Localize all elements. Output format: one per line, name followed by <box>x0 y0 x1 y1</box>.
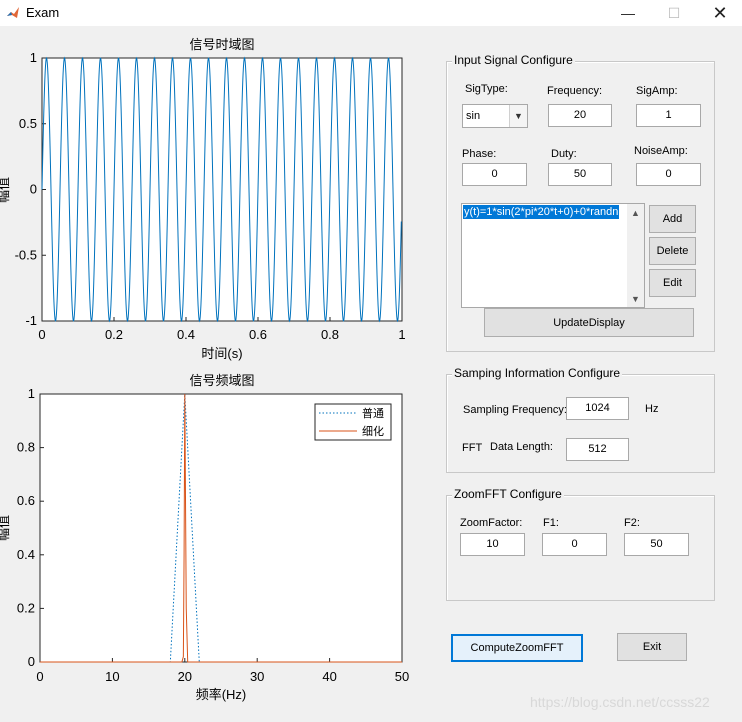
frequency-label: Frequency: <box>547 85 603 97</box>
time-xlabel: 时间(s) <box>201 346 242 361</box>
minimize-icon[interactable]: — <box>605 0 651 26</box>
freq-xtick-label: 50 <box>395 669 409 684</box>
sampling-panel-title: Samping Information Configure <box>452 366 623 380</box>
freq-xtick-label: 40 <box>322 669 336 684</box>
time-xtick-label: 0.4 <box>177 327 195 342</box>
phase-field[interactable]: 0 <box>462 163 527 186</box>
time-xtick-label: 0.8 <box>321 327 339 342</box>
phase-label: Phase: <box>462 148 497 160</box>
time-xtick-label: 1 <box>398 327 405 342</box>
noiseamp-field[interactable]: 0 <box>636 163 701 186</box>
time-ylabel: 幅值 <box>0 177 11 203</box>
sampling-frequency-label: Sampling Frequency: <box>463 404 567 416</box>
freq-chart-title: 信号频域图 <box>189 373 254 388</box>
update-display-button[interactable]: UpdateDisplay <box>484 308 694 337</box>
listbox-scrollbar[interactable]: ▲ ▼ <box>627 204 644 307</box>
time-xtick-label: 0.6 <box>249 327 267 342</box>
sigamp-field[interactable]: 1 <box>636 104 701 127</box>
freq-legend: 普通 细化 <box>314 403 392 441</box>
time-ytick-label: -0.5 <box>15 247 37 262</box>
freq-domain-axes: 信号频域图 0 10 20 30 40 50 1 0.8 0.6 0.4 0.2 0 频率(Hz) 幅… <box>0 373 409 702</box>
time-ytick-label: 0.5 <box>19 116 37 131</box>
time-ytick-label: 0 <box>30 182 37 197</box>
noiseamp-label: NoiseAmp: <box>634 145 688 157</box>
input-panel-title: Input Signal Configure <box>452 53 575 67</box>
legend-zoom-label: 细化 <box>362 424 384 438</box>
exit-button[interactable]: Exit <box>617 633 687 661</box>
f2-label: F2: <box>624 517 640 529</box>
freq-xlabel: 频率(Hz) <box>196 687 247 702</box>
zoomfft-panel-title: ZoomFFT Configure <box>452 487 564 501</box>
freq-ylabel: 幅值 <box>0 515 11 541</box>
legend-normal-label: 普通 <box>362 406 384 420</box>
freq-xtick-label: 0 <box>36 669 43 684</box>
add-button[interactable]: Add <box>649 205 696 233</box>
freq-ytick-label: 0.8 <box>17 440 35 455</box>
maximize-icon[interactable]: ☐ <box>651 0 697 26</box>
title-bar: Exam — ☐ ✕ <box>0 0 742 26</box>
fft-label: FFT <box>462 442 483 454</box>
f1-label: F1: <box>543 517 559 529</box>
signal-listbox[interactable]: y(t)=1*sin(2*pi*20*t+0)+0*randn ▲ ▼ <box>461 203 645 308</box>
sigtype-select[interactable]: sin ▼ <box>462 104 528 128</box>
freq-ytick-label: 1 <box>28 386 35 401</box>
scroll-up-icon[interactable]: ▲ <box>627 204 644 221</box>
watermark: https://blog.csdn.net/ccsss22 <box>530 694 710 710</box>
zoom-factor-label: ZoomFactor: <box>460 517 523 529</box>
time-chart-title: 信号时域图 <box>189 37 254 52</box>
list-item[interactable]: y(t)=1*sin(2*pi*20*t+0)+0*randn <box>463 205 620 219</box>
delete-button[interactable]: Delete <box>649 237 696 265</box>
time-domain-axes: 信号时域图 0 0.2 0.4 0.6 0.8 1 1 0.5 0 -0.5 -1 时间(s) 幅值 <box>0 37 406 361</box>
freq-ytick-label: 0 <box>28 654 35 669</box>
freq-ytick-label: 0.4 <box>17 547 35 562</box>
f1-field[interactable]: 0 <box>542 533 607 556</box>
freq-ytick-label: 0.6 <box>17 493 35 508</box>
data-length-label: Data Length: <box>490 441 553 453</box>
time-ytick-label: -1 <box>25 313 37 328</box>
sigtype-label: SigType: <box>465 83 508 95</box>
chevron-down-icon[interactable]: ▼ <box>509 105 527 127</box>
duty-field[interactable]: 50 <box>548 163 612 186</box>
time-xtick-label: 0 <box>38 327 45 342</box>
window-title: Exam <box>26 5 60 20</box>
plot-area: 信号时域图 0 0.2 0.4 0.6 0.8 1 1 0.5 0 -0.5 -1 时间(s) 幅值… <box>0 26 430 722</box>
sampling-panel: Samping Information Configure Sampling F… <box>446 366 715 473</box>
freq-ytick-label: 0.2 <box>17 600 35 615</box>
close-icon[interactable]: ✕ <box>697 0 742 26</box>
data-length-field[interactable]: 512 <box>566 438 629 461</box>
duty-label: Duty: <box>551 148 577 160</box>
f2-field[interactable]: 50 <box>624 533 689 556</box>
edit-button[interactable]: Edit <box>649 269 696 297</box>
zoom-factor-field[interactable]: 10 <box>460 533 525 556</box>
time-ytick-label: 1 <box>30 50 37 65</box>
sigamp-label: SigAmp: <box>636 85 678 97</box>
freq-xtick-label: 30 <box>250 669 264 684</box>
zoomfft-panel: ZoomFFT Configure ZoomFactor: 10 F1: 0 F… <box>446 487 715 601</box>
freq-xtick-label: 10 <box>105 669 119 684</box>
freq-xtick-label: 20 <box>178 669 192 684</box>
sigtype-value: sin <box>466 110 481 122</box>
input-signal-panel: Input Signal Configure SigType: sin ▼ Fr… <box>446 53 715 352</box>
compute-zoomfft-button[interactable]: ComputeZoomFFT <box>451 634 583 662</box>
frequency-field[interactable]: 20 <box>548 104 612 127</box>
matlab-logo-icon <box>6 6 20 20</box>
sampling-frequency-field[interactable]: 1024 <box>566 397 629 420</box>
sampling-frequency-unit: Hz <box>645 403 659 415</box>
scroll-down-icon[interactable]: ▼ <box>627 290 644 307</box>
time-xtick-label: 0.2 <box>105 327 123 342</box>
